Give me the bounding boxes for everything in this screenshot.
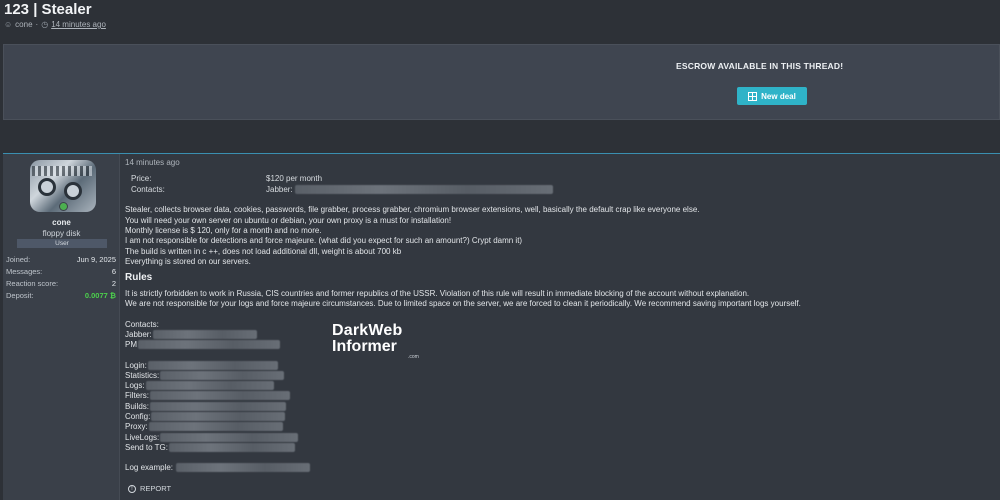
rules-heading: Rules bbox=[125, 272, 153, 283]
thread-author[interactable]: cone bbox=[15, 20, 32, 29]
report-button[interactable]: ! REPORT bbox=[128, 484, 171, 493]
user-role-badge: User bbox=[17, 239, 107, 248]
report-label: REPORT bbox=[140, 484, 172, 493]
user-title: floppy disk bbox=[42, 229, 81, 238]
stat-messages: Messages: 6 bbox=[6, 267, 116, 276]
contacts-heading: Contacts: bbox=[125, 320, 159, 329]
redacted-value bbox=[147, 361, 278, 371]
description-line: You will need your own server on ubuntu … bbox=[125, 216, 452, 225]
page-title: 123 | Stealer bbox=[4, 1, 92, 18]
contact-line: Jabber: bbox=[125, 330, 257, 340]
stat-deposit: Deposit: 0.0077 ₿ bbox=[6, 291, 116, 300]
new-deal-label: New deal bbox=[761, 91, 796, 101]
redacted-value bbox=[152, 330, 257, 340]
redacted-jabber bbox=[294, 185, 553, 195]
price-label: Price: bbox=[131, 174, 152, 183]
thread-meta: ☺ cone · ◷ 14 minutes ago bbox=[4, 20, 106, 29]
contact-line: PM bbox=[125, 340, 280, 350]
panel-line: Builds: bbox=[125, 402, 287, 412]
panel-line: Proxy: bbox=[125, 422, 283, 432]
panel-line: Login: bbox=[125, 361, 278, 371]
redacted-value bbox=[148, 422, 283, 432]
price-value: $120 per month bbox=[266, 174, 323, 183]
panel-line: Logs: bbox=[125, 381, 274, 391]
description-line: Monthly license is $ 120, only for a mon… bbox=[125, 226, 322, 235]
user-sidebar: cone floppy disk User Joined: Jun 9, 202… bbox=[3, 154, 120, 500]
warning-icon: ! bbox=[128, 484, 136, 493]
panel-line: Filters: bbox=[125, 391, 290, 401]
log-example-line: Log example: bbox=[125, 463, 311, 473]
panel-line: Send to TG: bbox=[125, 443, 295, 453]
redacted-value bbox=[150, 402, 287, 412]
username[interactable]: cone bbox=[3, 218, 120, 227]
redacted-value bbox=[150, 391, 290, 401]
user-stats: Joined: Jun 9, 2025 Messages: 6 Reaction… bbox=[6, 254, 116, 302]
stat-joined: Joined: Jun 9, 2025 bbox=[6, 255, 116, 264]
redacted-value bbox=[138, 340, 280, 350]
description-line: I am not responsible for detections and … bbox=[125, 236, 523, 245]
jabber-label: Jabber: bbox=[266, 185, 293, 194]
escrow-panel bbox=[3, 44, 1000, 120]
stat-reaction-score: Reaction score: 2 bbox=[6, 279, 116, 288]
post-time[interactable]: 14 minutes ago bbox=[125, 158, 180, 167]
clock-icon: ◷ bbox=[41, 20, 49, 29]
watermark-logo: DarkWeb Informer .com bbox=[332, 322, 419, 360]
redacted-value bbox=[160, 371, 285, 381]
panel-line: LiveLogs: bbox=[125, 433, 299, 443]
description-line: Stealer, collects browser data, cookies,… bbox=[125, 205, 700, 214]
escrow-notice: ESCROW AVAILABLE IN THIS THREAD! bbox=[676, 61, 844, 71]
redacted-value bbox=[176, 463, 311, 473]
panel-line: Statistics: bbox=[125, 371, 285, 381]
redacted-value bbox=[169, 443, 295, 453]
redacted-value bbox=[160, 433, 299, 443]
user-icon: ☺ bbox=[4, 20, 13, 29]
new-deal-button[interactable]: New deal bbox=[737, 87, 807, 105]
rule-line: It is strictly forbidden to work in Russ… bbox=[125, 289, 750, 298]
description-line: The build is written in c ++, does not l… bbox=[125, 247, 402, 256]
rule-line: We are not responsible for your logs and… bbox=[125, 299, 801, 308]
thread-time[interactable]: 14 minutes ago bbox=[51, 20, 106, 29]
online-status-indicator bbox=[59, 202, 68, 211]
plus-square-icon bbox=[748, 91, 758, 101]
redacted-value bbox=[151, 412, 286, 422]
description-line: Everything is stored on our servers. bbox=[125, 257, 251, 266]
panel-line: Config: bbox=[125, 412, 286, 422]
contacts-label: Contacts: bbox=[131, 185, 165, 194]
redacted-value bbox=[145, 381, 274, 391]
